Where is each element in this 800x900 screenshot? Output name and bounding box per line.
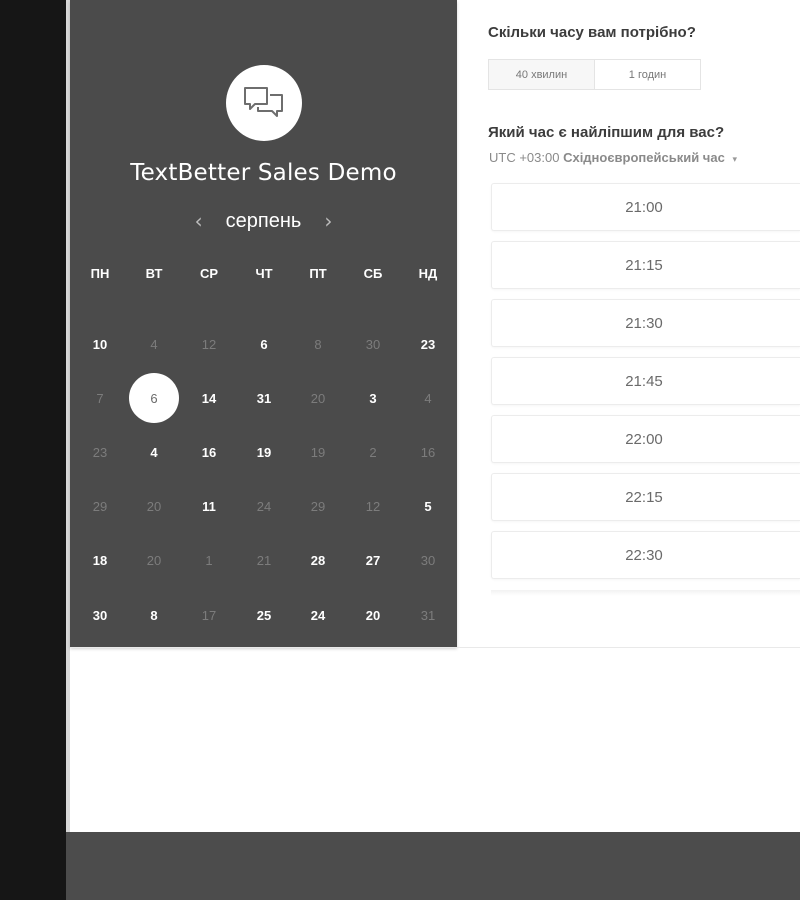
time-slot-list: 21:00 21:15 21:30 21:45 22:00 22:15 22:30 [491,183,800,589]
calendar-day-available[interactable]: 27 [348,536,398,586]
calendar-day-available[interactable]: 10 [75,319,125,369]
calendar-day-unavailable: 16 [420,444,436,460]
calendar-day-available[interactable]: 11 [184,482,234,532]
calendar-day-unavailable: 24 [256,499,272,515]
calendar-day-available[interactable]: 8 [129,590,179,640]
timezone-name: Східноєвропейський час [563,150,725,165]
time-slot-label: 22:30 [625,546,663,564]
calendar-day-unavailable: 17 [201,607,217,623]
chevron-down-icon: ▾ [732,154,737,164]
duration-selector: 40 хвилин 1 годин [488,59,701,90]
duration-option-1-hour[interactable]: 1 годин [595,60,700,89]
calendar-day-unavailable: 12 [201,336,217,352]
timezone-offset: UTC +03:00 [489,150,560,165]
time-slot-label: 21:30 [625,314,663,332]
calendar-day-unavailable: 29 [92,499,108,515]
time-slot-button[interactable]: 22:15 [491,473,800,521]
calendar-day-available[interactable]: 18 [75,536,125,586]
calendar-day-unavailable: 23 [92,444,108,460]
calendar-day-unavailable: 29 [310,499,326,515]
calendar-day-available[interactable]: 16 [184,427,234,477]
time-slot-label: 22:15 [625,488,663,506]
time-slot-button[interactable]: 21:45 [491,357,800,405]
calendar-day-available[interactable]: 14 [184,373,234,423]
calendar-day-available[interactable]: 30 [75,590,125,640]
duration-question: Скільки часу вам потрібно? [488,24,696,41]
calendar-day-unavailable: 31 [420,607,436,623]
calendar-day-available[interactable]: 20 [348,590,398,640]
calendar-day-available[interactable]: 28 [293,536,343,586]
time-slot-label: 21:00 [625,198,663,216]
calendar-day-unavailable: 12 [365,499,381,515]
calendar-day-unavailable: 4 [150,336,158,352]
time-slot-button[interactable]: 21:00 [491,183,800,231]
calendar-day-unavailable: 20 [310,390,326,406]
calendar-day-available[interactable]: 6 [239,319,289,369]
left-background-strip [0,0,66,900]
calendar-day-available[interactable]: 19 [239,427,289,477]
calendar-day-unavailable: 19 [310,444,326,460]
time-slot-button[interactable]: 21:15 [491,241,800,289]
calendar-day-unavailable: 21 [256,553,272,569]
footer-bar [66,832,800,900]
calendar-day-unavailable: 30 [365,336,381,352]
time-question: Який час є найліпшим для вас? [488,124,725,141]
calendar-day-unavailable: 30 [420,553,436,569]
time-slot-button[interactable]: 22:30 [491,531,800,579]
calendar-day-available[interactable]: 4 [129,427,179,477]
calendar-day-available[interactable]: 5 [403,482,453,532]
calendar-day-selected[interactable]: 6 [129,373,179,424]
calendar-day-available[interactable]: 24 [293,590,343,640]
calendar-day-unavailable: 20 [146,499,162,515]
time-slot-label: 21:15 [625,256,663,274]
calendar-day-unavailable: 1 [205,553,213,569]
panel-bottom-border [70,647,800,648]
slot-list-fade [491,590,800,596]
calendar-grid: 10 4 12 6 8 30 23 7 6 14 31 20 3 4 23 4 16 19 19 2 16 29 20 11 2… [70,0,457,647]
calendar-day-available[interactable]: 31 [239,373,289,423]
time-slot-button[interactable]: 22:00 [491,415,800,463]
calendar-day-unavailable: 2 [369,444,377,460]
time-slot-label: 22:00 [625,430,663,448]
calendar-day-unavailable: 20 [146,553,162,569]
calendar-day-available[interactable]: 25 [239,590,289,640]
calendar-day-unavailable: 8 [314,336,322,352]
calendar-day-available[interactable]: 3 [348,373,398,423]
calendar-day-available[interactable]: 23 [403,319,453,369]
calendar-day-unavailable: 7 [96,390,104,406]
calendar-day-unavailable: 4 [424,390,432,406]
duration-option-40-min[interactable]: 40 хвилин [489,60,595,89]
event-info-panel: TextBetter Sales Demo ‹ серпень › ПН ВТ СР… [70,0,457,647]
timezone-selector[interactable]: UTC +03:00 Східноєвропейський час ▾ [489,150,737,165]
time-slot-button[interactable]: 21:30 [491,299,800,347]
time-slot-label: 21:45 [625,372,663,390]
